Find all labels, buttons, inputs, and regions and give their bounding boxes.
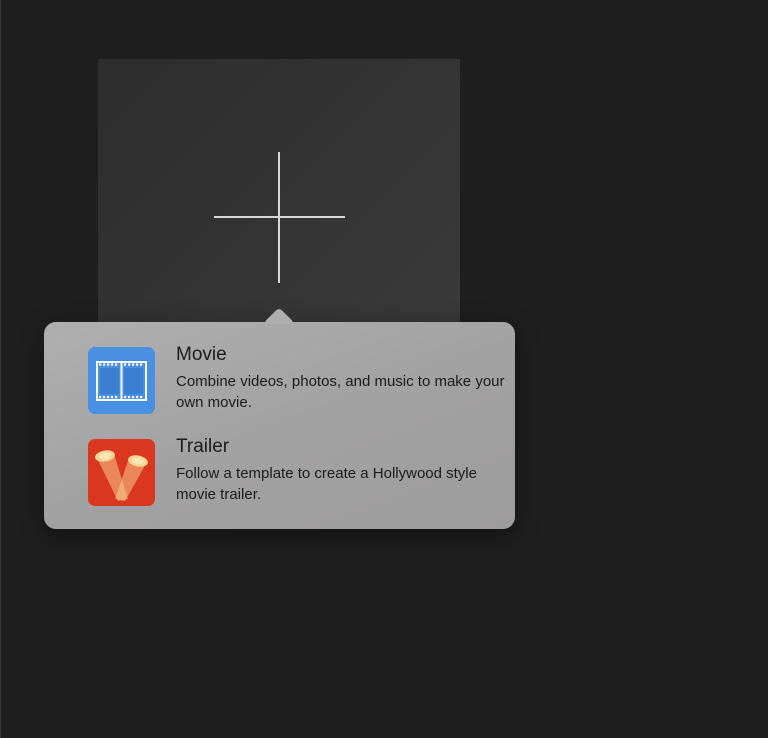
trailer-option-title: Trailer	[176, 436, 230, 457]
trailer-option-description: Follow a template to create a Hollywood …	[176, 465, 477, 503]
app-window: Movie Combine videos, photos, and music …	[0, 0, 768, 738]
movie-option-title: Movie	[176, 344, 227, 365]
film-strip-icon	[88, 347, 155, 414]
plus-icon	[214, 152, 345, 283]
spotlight-icon	[88, 439, 155, 506]
movie-option-description: Combine videos, photos, and music to mak…	[176, 373, 505, 411]
popover-arrow	[264, 304, 294, 324]
create-new-popover: Movie Combine videos, photos, and music …	[44, 322, 515, 529]
trailer-option[interactable]: Trailer Follow a template to create a Ho…	[44, 436, 515, 516]
movie-option[interactable]: Movie Combine videos, photos, and music …	[44, 344, 515, 424]
